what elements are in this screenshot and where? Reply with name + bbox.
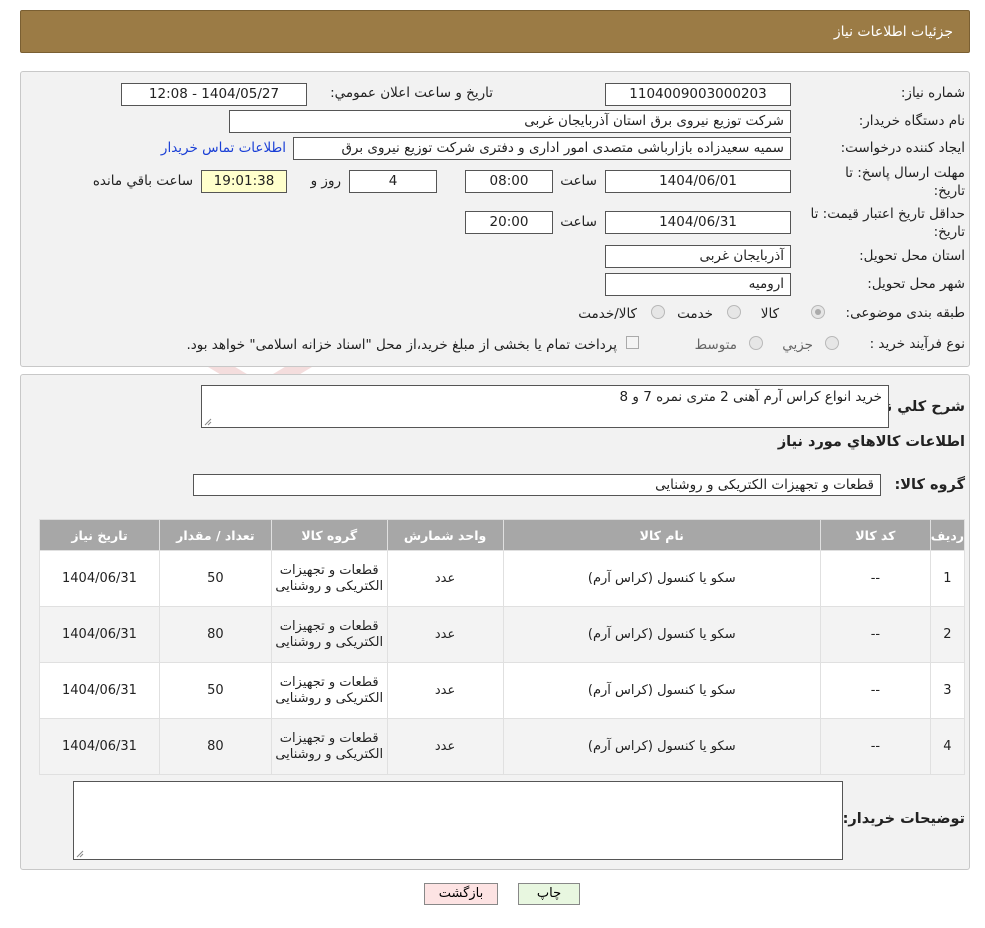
row-name: سکو یا کنسول (کراس آرم) [502, 718, 821, 775]
remaining-label: ساعت باقي مانده [92, 173, 193, 189]
deadline-label: مهلت ارسال پاسخ: تا [845, 165, 965, 181]
creator-field: سمیه سعیدزاده بازارباشی متصدی امور اداری… [293, 137, 791, 160]
validity-label-date: تاریخ: [933, 224, 965, 240]
deadline-date-field: 1404/06/01 [605, 170, 791, 193]
goods-info-title: اطلاعات کالاهاي مورد نیاز [777, 434, 965, 450]
col-index: ردیف [929, 519, 966, 551]
category-goods-label: کالا [760, 306, 779, 322]
buyer-notes-textarea[interactable] [73, 781, 843, 860]
table-row: 1 -- سکو یا کنسول (کراس آرم) عدد قطعات و… [39, 550, 966, 607]
buyer-org-field: شرکت توزیع نیروی برق استان آذربایجان غرب… [229, 110, 791, 133]
row-unit: عدد [386, 718, 504, 775]
province-field: آذربایجان غربی [605, 245, 791, 268]
category-label: طبقه بندی موضوعی: [845, 305, 965, 321]
row-index: 3 [929, 662, 966, 719]
row-code: -- [819, 606, 931, 663]
deadline-label-date: تاریخ: [933, 183, 965, 199]
page-header: جزئیات اطلاعات نیاز [20, 10, 970, 53]
days-field: 4 [349, 170, 437, 193]
announce-label: تاریخ و ساعت اعلان عمومي: [330, 85, 493, 101]
process-label: نوع فرآیند خرید : [869, 336, 965, 352]
need-number-label: شماره نیاز: [900, 85, 965, 101]
province-label: استان محل تحویل: [859, 248, 965, 264]
row-unit: عدد [386, 662, 504, 719]
row-group: قطعات و تجهیزات الکتریکی و روشنایی [270, 550, 388, 607]
need-details-panel: شرح کلي نیاز: خرید انواع کراس آرم آهنی 2… [20, 374, 970, 870]
table-row: 4 -- سکو یا کنسول (کراس آرم) عدد قطعات و… [39, 718, 966, 775]
table-row: 3 -- سکو یا کنسول (کراس آرم) عدد قطعات و… [39, 662, 966, 719]
buyer-org-label: نام دستگاه خریدار: [858, 113, 965, 129]
row-group: قطعات و تجهیزات الکتریکی و روشنایی [270, 606, 388, 663]
city-field: ارومیه [605, 273, 791, 296]
row-index: 2 [929, 606, 966, 663]
validity-time-label: ساعت [560, 214, 597, 230]
row-name: سکو یا کنسول (کراس آرم) [502, 606, 821, 663]
days-label: روز و [310, 173, 341, 189]
row-unit: عدد [386, 606, 504, 663]
row-code: -- [819, 550, 931, 607]
description-text: خرید انواع کراس آرم آهنی 2 متری نمره 7 و… [619, 389, 882, 405]
row-qty: 80 [158, 606, 272, 663]
need-info-panel: شماره نیاز: 1104009003000203 تاریخ و ساع… [20, 71, 970, 367]
category-service-radio[interactable] [727, 305, 741, 319]
goods-group-label: گروه کالا: [894, 477, 965, 493]
col-unit: واحد شمارش [386, 519, 504, 551]
description-textarea[interactable]: خرید انواع کراس آرم آهنی 2 متری نمره 7 و… [201, 385, 889, 428]
process-minor-label: جزيي [782, 337, 813, 353]
goods-table: ردیف کد کالا نام کالا واحد شمارش گروه کا… [39, 519, 966, 775]
deadline-time-field: 08:00 [465, 170, 553, 193]
col-qty: تعداد / مقدار [158, 519, 272, 551]
category-goods-service-radio[interactable] [651, 305, 665, 319]
goods-group-field: قطعات و تجهیزات الکتریکی و روشنایی [193, 474, 881, 496]
row-name: سکو یا کنسول (کراس آرم) [502, 550, 821, 607]
remaining-time-field: 19:01:38 [201, 170, 287, 193]
row-index: 1 [929, 550, 966, 607]
back-button[interactable]: بازگشت [424, 883, 498, 905]
row-unit: عدد [386, 550, 504, 607]
row-date: 1404/06/31 [39, 606, 160, 663]
col-group: گروه کالا [270, 519, 388, 551]
deadline-time-label: ساعت [560, 173, 597, 189]
print-button[interactable]: چاپ [518, 883, 580, 905]
resize-handle-icon[interactable] [204, 418, 212, 426]
row-group: قطعات و تجهیزات الکتریکی و روشنایی [270, 662, 388, 719]
row-code: -- [819, 718, 931, 775]
row-qty: 50 [158, 662, 272, 719]
need-number-field: 1104009003000203 [605, 83, 791, 106]
row-date: 1404/06/31 [39, 718, 160, 775]
process-minor-radio[interactable] [825, 336, 839, 350]
row-date: 1404/06/31 [39, 662, 160, 719]
row-name: سکو یا کنسول (کراس آرم) [502, 662, 821, 719]
category-goods-radio[interactable] [811, 305, 825, 319]
buyer-notes-label: توضیحات خریدار: [842, 811, 965, 827]
col-date: تاریخ نیاز [39, 519, 160, 551]
goods-table-header: ردیف کد کالا نام کالا واحد شمارش گروه کا… [39, 519, 966, 551]
validity-date-field: 1404/06/31 [605, 211, 791, 234]
announce-field: 1404/05/27 - 12:08 [121, 83, 307, 106]
row-code: -- [819, 662, 931, 719]
process-medium-radio[interactable] [749, 336, 763, 350]
city-label: شهر محل تحویل: [867, 276, 965, 292]
category-service-label: خدمت [677, 306, 713, 322]
col-code: کد کالا [819, 519, 931, 551]
table-row: 2 -- سکو یا کنسول (کراس آرم) عدد قطعات و… [39, 606, 966, 663]
payment-note: پرداخت تمام یا بخشی از مبلغ خرید،از محل … [186, 337, 617, 353]
category-goods-service-label: کالا/خدمت [578, 306, 637, 322]
treasury-payment-checkbox[interactable] [626, 336, 639, 349]
resize-handle-icon[interactable] [76, 850, 84, 858]
buyer-contact-link[interactable]: اطلاعات تماس خریدار [161, 140, 286, 156]
row-date: 1404/06/31 [39, 550, 160, 607]
row-qty: 50 [158, 550, 272, 607]
validity-label: حداقل تاریخ اعتبار قیمت: تا [810, 206, 965, 222]
page-title: جزئیات اطلاعات نیاز [833, 24, 953, 40]
col-name: نام کالا [502, 519, 821, 551]
process-medium-label: متوسط [694, 337, 737, 353]
creator-label: ایجاد کننده درخواست: [840, 140, 965, 156]
row-group: قطعات و تجهیزات الکتریکی و روشنایی [270, 718, 388, 775]
row-index: 4 [929, 718, 966, 775]
validity-time-field: 20:00 [465, 211, 553, 234]
row-qty: 80 [158, 718, 272, 775]
